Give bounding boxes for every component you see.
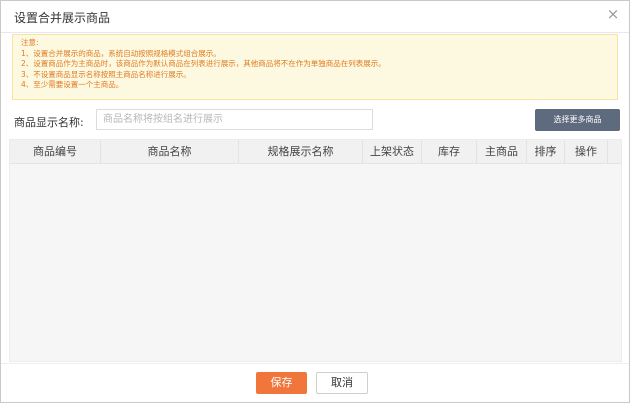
column-header-spec-display-name: 规格展示名称	[239, 140, 363, 163]
select-more-products-button[interactable]: 选择更多商品	[535, 109, 620, 131]
merge-display-dialog: 设置合并展示商品 × 注意: 1、设置合并展示的商品，系统自动按照规格模式组合展…	[0, 0, 630, 403]
notice-line: 4、至少需要设置一个主商品。	[21, 80, 124, 89]
cancel-button[interactable]: 取消	[316, 372, 368, 394]
column-header-sort: 排序	[527, 140, 565, 163]
display-name-input[interactable]	[96, 109, 373, 130]
product-table: 商品编号 商品名称 规格展示名称 上架状态 库存 主商品 排序 操作	[9, 139, 622, 362]
save-button[interactable]: 保存	[256, 372, 307, 394]
dialog-title: 设置合并展示商品	[14, 11, 111, 25]
footer-divider	[1, 363, 629, 364]
table-header: 商品编号 商品名称 规格展示名称 上架状态 库存 主商品 排序 操作	[10, 140, 621, 164]
column-header-main-product: 主商品	[477, 140, 527, 163]
column-header-product-code: 商品编号	[10, 140, 101, 163]
notice-line: 1、设置合并展示的商品，系统自动按照规格模式组合展示。	[21, 48, 221, 58]
display-name-label: 商品显示名称:	[14, 116, 84, 129]
notice-line: 2、设置商品作为主商品时，该商品作为默认商品在列表进行展示，其他商品将不在作为单…	[21, 59, 386, 68]
notice-heading: 注意:	[21, 38, 39, 47]
column-header-product-name: 商品名称	[101, 140, 239, 163]
column-header-stock: 库存	[422, 140, 477, 163]
column-header-listing-status: 上架状态	[363, 140, 422, 163]
dialog-header: 设置合并展示商品 ×	[1, 1, 629, 33]
notice-line: 3、不设置商品显示名称按照主商品名称进行展示。	[21, 69, 191, 79]
column-header-actions: 操作	[565, 140, 608, 163]
close-icon[interactable]: ×	[606, 7, 620, 22]
column-header-spacer	[608, 140, 621, 163]
notice-box: 注意: 1、设置合并展示的商品，系统自动按照规格模式组合展示。 2、设置商品作为…	[12, 34, 618, 100]
